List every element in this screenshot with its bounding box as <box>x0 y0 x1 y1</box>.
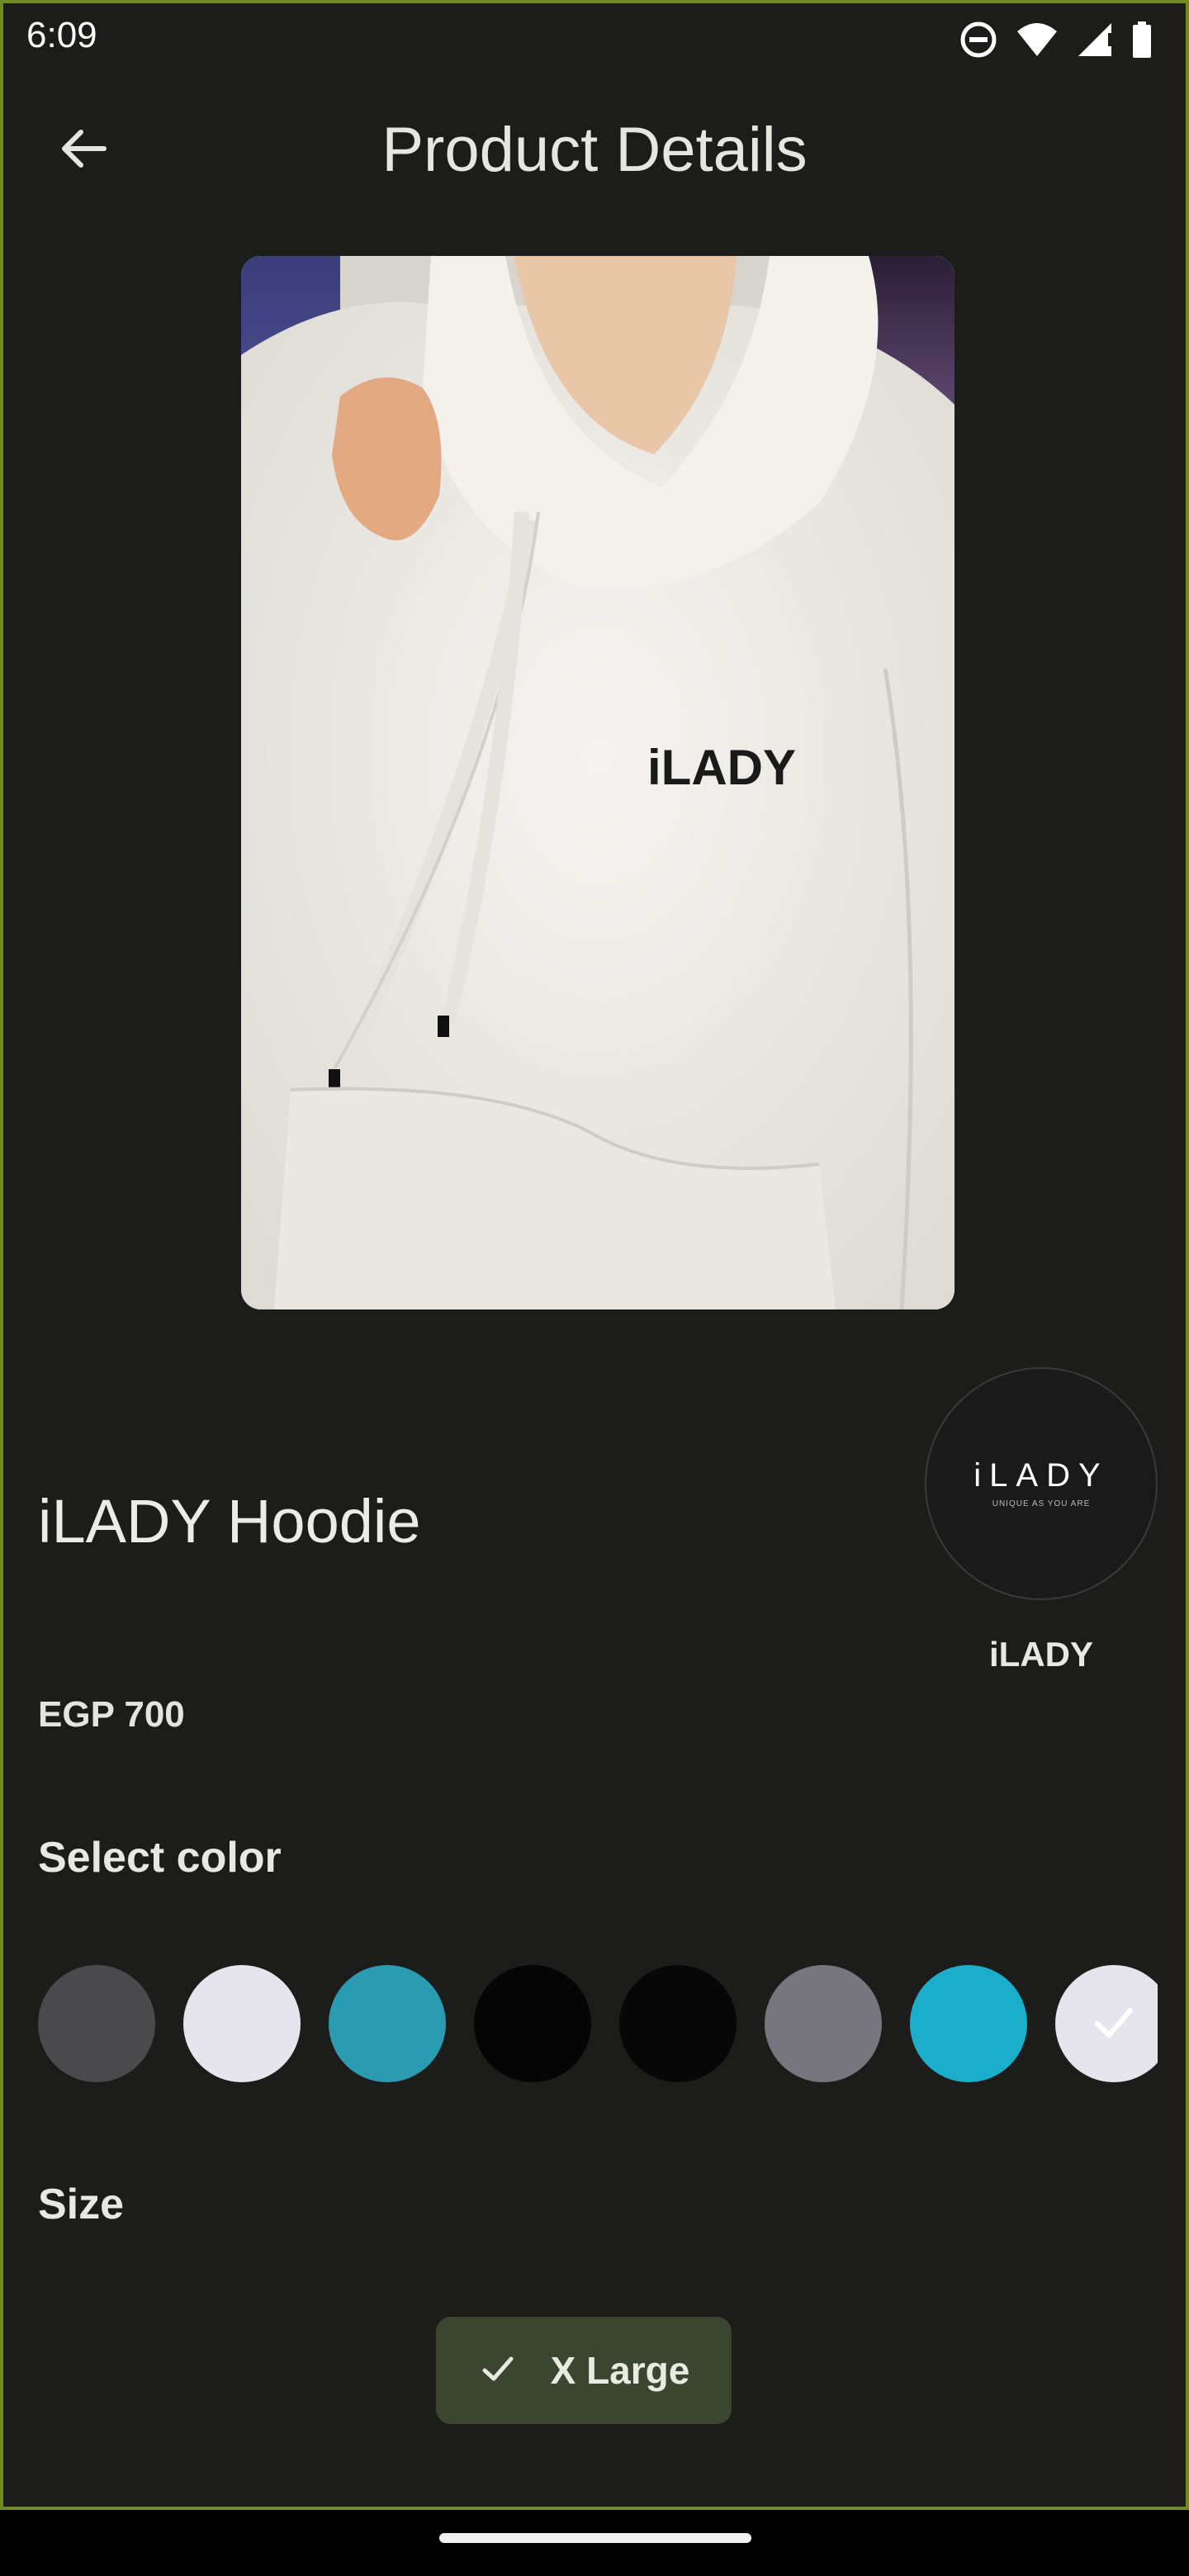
color-swatch[interactable] <box>474 1965 591 2082</box>
product-name: iLADY Hoodie <box>38 1487 421 1556</box>
check-icon <box>478 2349 518 2393</box>
color-swatch[interactable] <box>619 1965 737 2082</box>
gesture-nav-handle[interactable] <box>439 2533 751 2543</box>
status-icons <box>959 17 1153 63</box>
color-swatch-selected[interactable] <box>1055 1965 1158 2082</box>
battery-icon <box>1131 21 1153 58</box>
product-image[interactable]: iLADY <box>241 256 955 1309</box>
select-color-label: Select color <box>38 1834 282 1882</box>
size-chip[interactable]: X Large <box>436 2317 732 2424</box>
screen: 6:09 Product Details iLADY iLADY Hoodie … <box>0 0 1189 2510</box>
cellular-signal-icon <box>1077 21 1113 58</box>
size-chip-label: X Large <box>550 2349 690 2392</box>
page-title: Product Details <box>381 115 808 185</box>
product-image-logo: iLADY <box>647 740 796 795</box>
brand-logo-tagline: UNIQUE AS YOU ARE <box>992 1499 1091 1508</box>
color-swatch[interactable] <box>183 1965 301 2082</box>
brand-logo[interactable]: iLADY UNIQUE AS YOU ARE <box>925 1367 1158 1600</box>
brand-logo-text: iLADY <box>973 1457 1108 1494</box>
color-swatch-list <box>38 1965 1158 2082</box>
do-not-disturb-icon <box>959 21 997 59</box>
status-time: 6:09 <box>26 15 97 55</box>
check-icon <box>1087 1996 1140 2053</box>
color-swatch[interactable] <box>765 1965 882 2082</box>
brand-name: iLADY <box>989 1635 1093 1674</box>
size-label: Size <box>38 2181 125 2228</box>
color-swatch[interactable] <box>910 1965 1027 2082</box>
color-swatch[interactable] <box>329 1965 446 2082</box>
wifi-icon <box>1016 21 1059 58</box>
product-price: EGP 700 <box>38 1694 185 1735</box>
color-swatch[interactable] <box>38 1965 155 2082</box>
